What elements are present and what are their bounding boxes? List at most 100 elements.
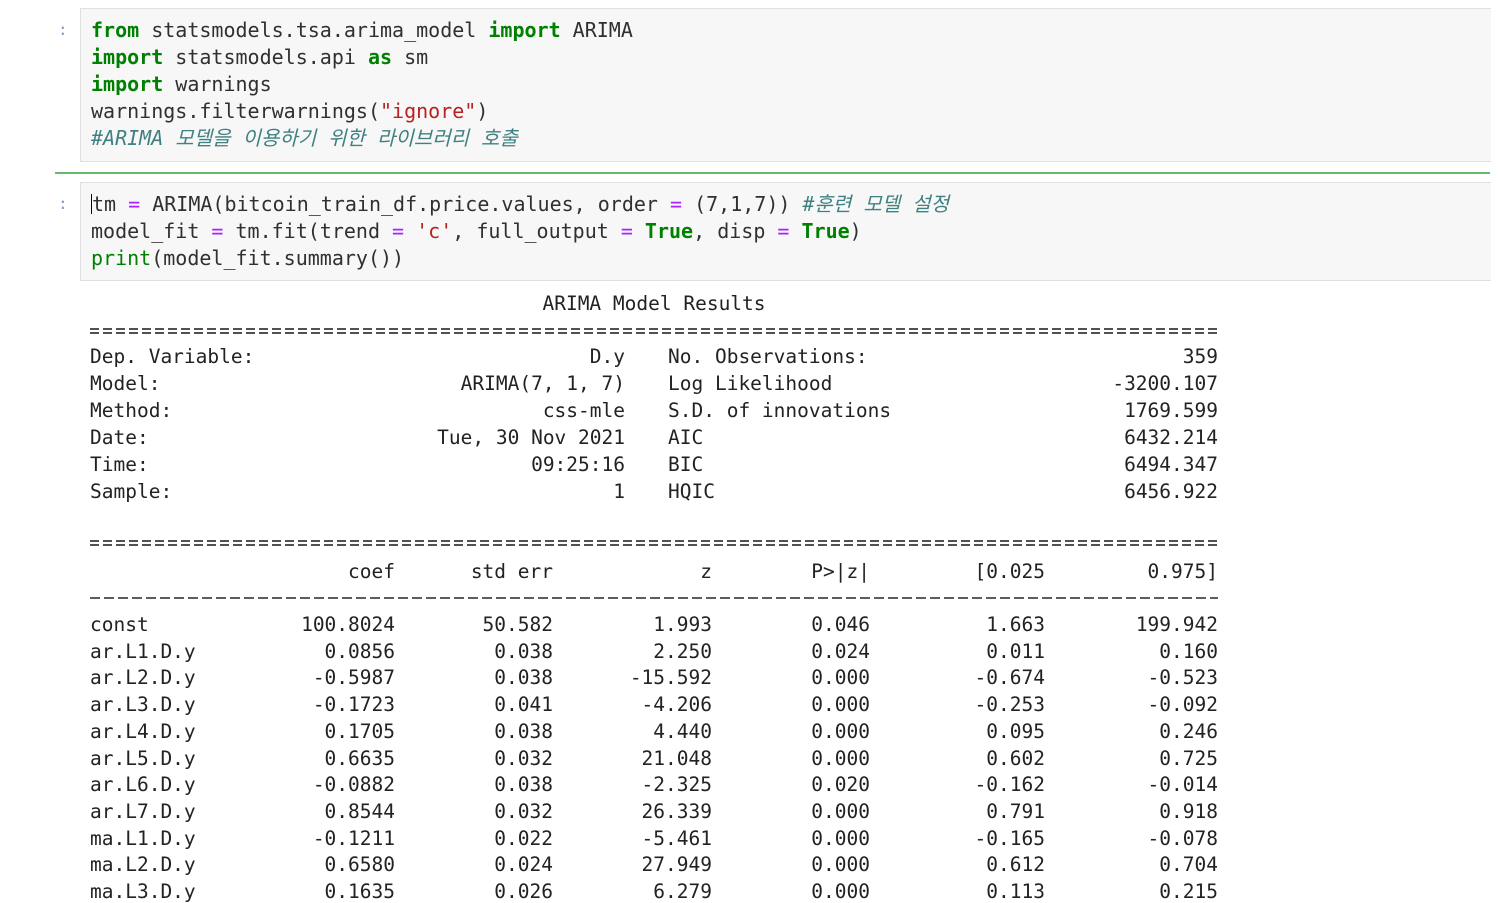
- code-text: (model_fit.summary()): [151, 246, 405, 270]
- table-cell: 1.993: [653, 613, 712, 636]
- table-cell: 26.339: [641, 799, 712, 823]
- table-cell: 21.048: [641, 746, 712, 770]
- operator: =: [620, 219, 633, 243]
- row-label: const: [90, 613, 149, 636]
- table-cell: 0.011: [986, 639, 1045, 663]
- table-cell: 0.160: [1159, 639, 1218, 663]
- operator: =: [211, 219, 224, 243]
- rule-double: [90, 540, 1218, 546]
- code-text: ): [476, 99, 489, 123]
- info-label: BIC: [668, 453, 704, 476]
- code-line: #ARIMA 모델을 이용하기 위한 라이브러리 호출: [91, 125, 518, 152]
- code-text: tm: [92, 192, 129, 216]
- code-comment: #훈련 모델 설정: [802, 192, 949, 216]
- info-label: Model:: [90, 372, 161, 395]
- table-cell: 0.024: [811, 639, 870, 663]
- table-cell: 0.6580: [324, 853, 395, 877]
- info-value: 6432.214: [1124, 426, 1218, 449]
- code-line: warnings.filterwarnings("ignore"): [91, 98, 488, 125]
- table-cell: -0.165: [974, 826, 1045, 850]
- table-cell: 0.6635: [324, 746, 395, 770]
- table-cell: 199.942: [1135, 613, 1218, 636]
- table-cell: 0.8544: [324, 799, 395, 823]
- info-value: ARIMA(7, 1, 7): [460, 372, 625, 395]
- code-text: ): [849, 219, 862, 243]
- info-value: 09:25:16: [531, 453, 625, 476]
- code-text: , full_output: [452, 219, 621, 243]
- table-header: [0.025: [974, 560, 1045, 583]
- info-label: Time:: [90, 453, 149, 476]
- code-comment: #ARIMA 모델을 이용하기 위한 라이브러리 호출: [91, 126, 518, 150]
- table-header: std err: [470, 560, 553, 583]
- table-cell: 1.663: [986, 613, 1045, 636]
- string-literal: "ignore": [379, 99, 477, 123]
- row-label: ar.L3.D.y: [90, 693, 196, 717]
- table-cell: 0.046: [811, 613, 870, 636]
- table-cell: -0.1211: [312, 826, 395, 850]
- keyword: import: [488, 18, 561, 42]
- table-cell: 0.000: [811, 826, 870, 850]
- table-cell: 2.250: [653, 639, 712, 663]
- code-text: warnings: [163, 72, 272, 96]
- table-cell: -0.674: [974, 666, 1045, 690]
- table-cell: 0.020: [811, 773, 870, 797]
- info-value: -3200.107: [1112, 372, 1218, 395]
- row-label: ar.L4.D.y: [90, 719, 196, 743]
- table-cell: -0.092: [1147, 693, 1218, 717]
- info-value: 1769.599: [1124, 399, 1218, 422]
- table-cell: 0.038: [494, 639, 553, 663]
- table-cell: 0.246: [1159, 719, 1218, 743]
- rule-single: [90, 597, 1218, 599]
- info-label: Method:: [90, 399, 173, 422]
- code-cell-2[interactable]: tm = ARIMA(bitcoin_train_df.price.values…: [80, 182, 1491, 281]
- info-value: 6494.347: [1124, 453, 1218, 476]
- info-value: Tue, 30 Nov 2021: [437, 426, 625, 449]
- table-header: 0.975]: [1147, 560, 1218, 583]
- table-cell: -0.014: [1147, 773, 1218, 797]
- info-label: AIC: [668, 426, 704, 449]
- code-text: model_fit: [91, 219, 212, 243]
- info-value: D.y: [589, 345, 625, 368]
- selected-cell-indicator: [55, 172, 1490, 174]
- info-value: css-mle: [542, 399, 625, 422]
- info-label: HQIC: [668, 480, 715, 503]
- table-cell: -0.078: [1147, 826, 1218, 850]
- code-text: statsmodels.tsa.arima_model: [139, 18, 489, 42]
- code-text: statsmodels.api: [163, 45, 368, 69]
- row-label: ar.L2.D.y: [90, 666, 196, 690]
- table-cell: 0.024: [494, 853, 553, 877]
- table-cell: 0.038: [494, 666, 553, 690]
- info-value: 6456.922: [1124, 480, 1218, 503]
- code-cell-1[interactable]: from statsmodels.tsa.arima_model import …: [80, 8, 1491, 162]
- info-label: Dep. Variable:: [90, 345, 255, 368]
- table-cell: 50.582: [482, 613, 553, 636]
- code-line: tm = ARIMA(bitcoin_train_df.price.values…: [91, 191, 949, 218]
- code-text: (7,1,7)): [682, 192, 803, 216]
- table-cell: 0.791: [986, 799, 1045, 823]
- code-line: import warnings: [91, 71, 272, 98]
- operator: =: [777, 219, 790, 243]
- table-cell: 0.725: [1159, 746, 1218, 770]
- info-label: No. Observations:: [668, 345, 868, 368]
- table-cell: 0.000: [811, 746, 870, 770]
- info-label: Log Likelihood: [668, 372, 833, 395]
- row-label: ar.L6.D.y: [90, 773, 196, 797]
- code-text: tm.fit(trend: [223, 219, 393, 243]
- row-label: ma.L2.D.y: [90, 853, 196, 877]
- operator: =: [392, 219, 405, 243]
- table-cell: 0.038: [494, 719, 553, 743]
- table-cell: 100.8024: [301, 613, 395, 636]
- table-cell: 0.038: [494, 773, 553, 797]
- table-cell: 0.000: [811, 666, 870, 690]
- table-cell: -5.461: [641, 826, 712, 850]
- table-cell: 0.000: [811, 693, 870, 717]
- code-text: warnings.filterwarnings(: [91, 99, 380, 123]
- table-header: z: [700, 560, 712, 583]
- table-cell: -4.206: [641, 693, 712, 717]
- table-cell: 0.000: [811, 719, 870, 743]
- operator: =: [669, 192, 683, 216]
- keyword: import: [91, 45, 164, 69]
- row-label: ar.L5.D.y: [90, 746, 196, 770]
- table-cell: -0.5987: [312, 666, 395, 690]
- rule-double: [90, 328, 1218, 334]
